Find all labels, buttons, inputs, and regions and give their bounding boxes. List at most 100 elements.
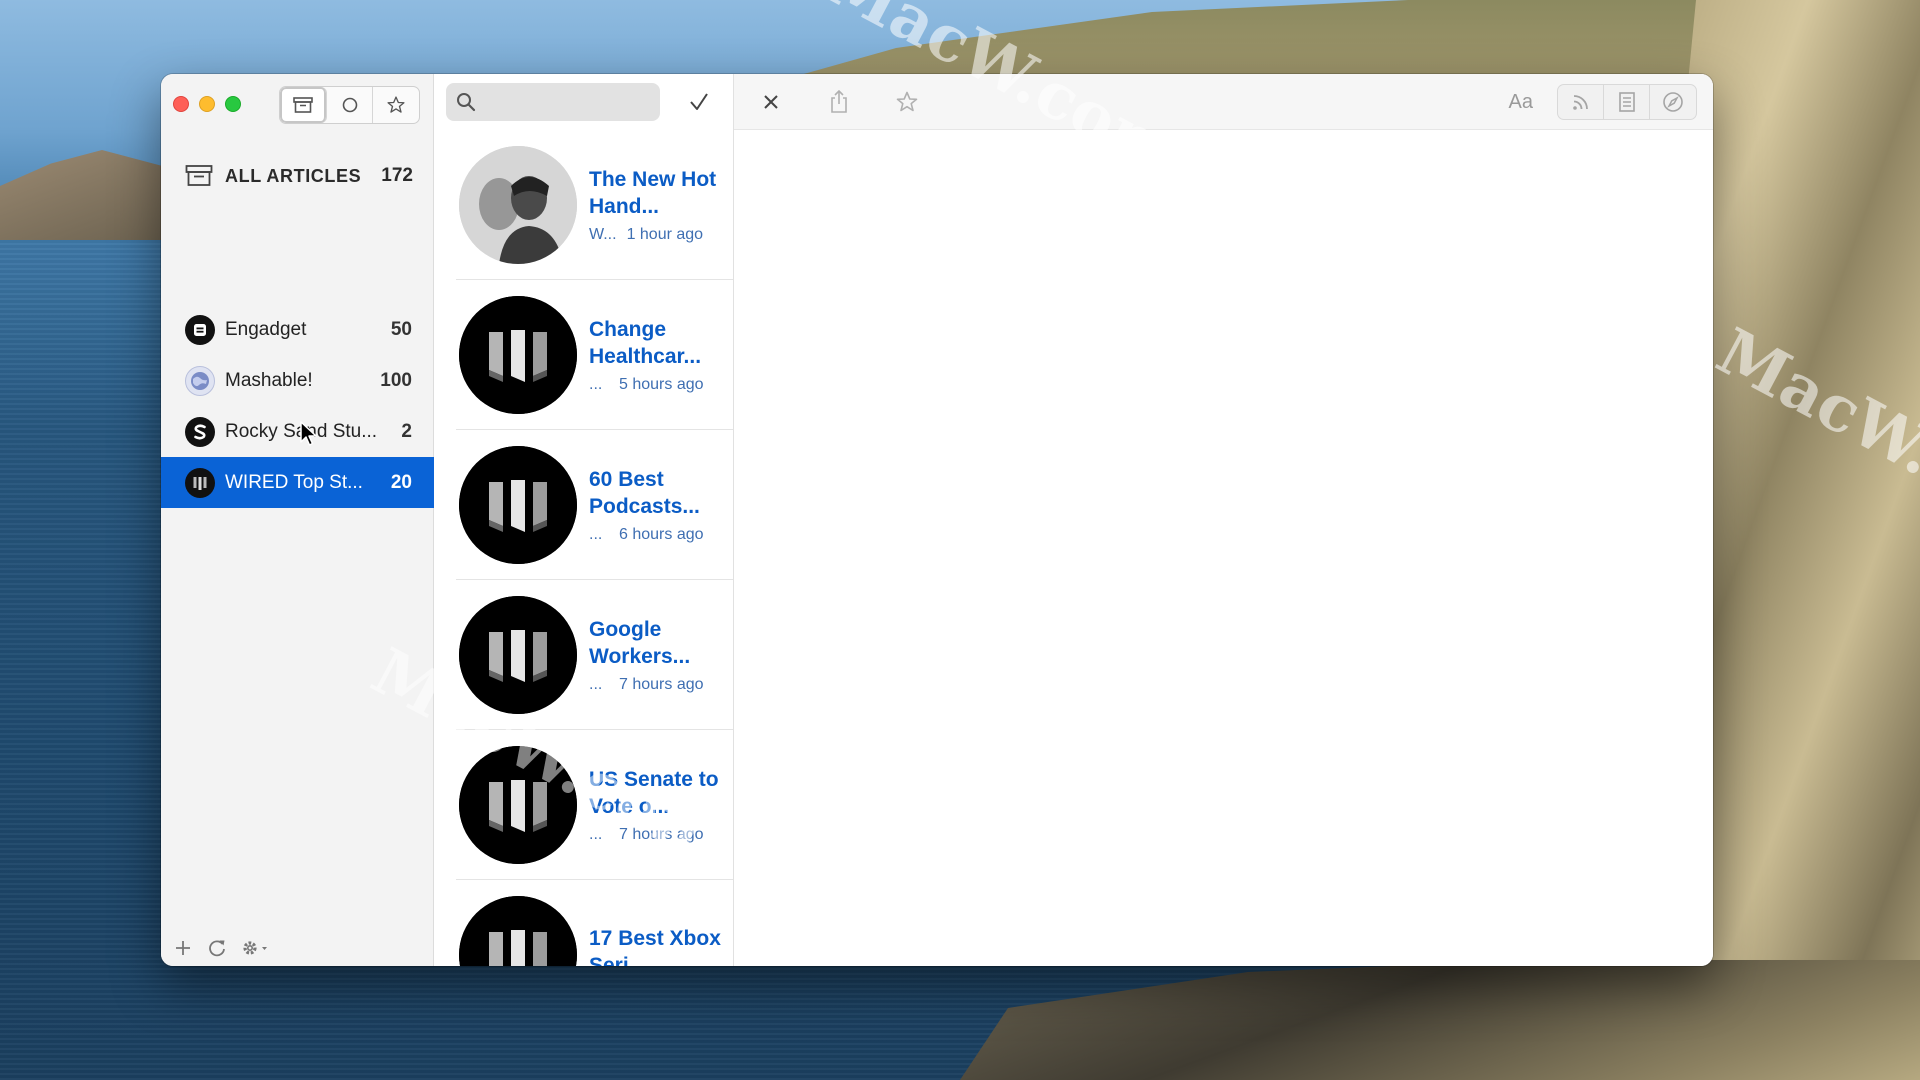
- article-source: ...: [589, 375, 603, 393]
- archive-icon: [185, 165, 213, 186]
- article-item[interactable]: 60 Best Podcasts... ... 6 hours ago: [456, 430, 733, 580]
- article-meta: W... 1 hour ago: [589, 226, 729, 244]
- search-field[interactable]: [446, 83, 660, 121]
- article-text: The New Hot Hand... W... 1 hour ago: [589, 166, 729, 244]
- article-title: 17 Best Xbox Seri...: [589, 927, 721, 966]
- close-article-button[interactable]: [756, 87, 786, 117]
- settings-menu-button[interactable]: [239, 936, 271, 960]
- wired-logo-icon: [459, 896, 577, 966]
- minimize-window-button[interactable]: [199, 96, 215, 112]
- document-icon: [1618, 92, 1635, 112]
- window-controls: [173, 96, 241, 112]
- compass-icon: [1663, 92, 1683, 112]
- article-item[interactable]: Change Healthcar... ... 5 hours ago: [456, 280, 733, 430]
- reader-toolbar-right: Aa: [1509, 74, 1697, 130]
- wired-icon: [185, 467, 215, 498]
- rss-icon: [1572, 95, 1588, 110]
- mashable-icon: [185, 365, 215, 396]
- article-thumbnail: [459, 445, 577, 564]
- refresh-button[interactable]: [205, 936, 229, 960]
- article-title: Change Healthcar...: [589, 317, 702, 368]
- app-window: ALL ARTICLES 172 Engadget 50 Mashable! 1…: [161, 74, 1713, 966]
- sidebar-item-engadget[interactable]: Engadget 50: [161, 304, 434, 355]
- article-meta: ... 6 hours ago: [589, 526, 729, 544]
- mark-all-read-button[interactable]: [686, 89, 712, 115]
- sidebar-item-mashable[interactable]: Mashable! 100: [161, 355, 434, 406]
- rocky-sand-icon: [185, 416, 215, 447]
- sidebar-footer: [161, 930, 434, 966]
- share-icon: [831, 89, 847, 113]
- article-item[interactable]: US Senate to Vote o... ... 7 hours ago: [456, 730, 733, 880]
- wired-logo-icon: [459, 445, 577, 564]
- archive-icon: [293, 97, 313, 113]
- article-source: ...: [589, 525, 603, 543]
- feed-name: WIRED Top St...: [225, 471, 363, 493]
- star-article-button[interactable]: [892, 87, 922, 117]
- close-window-button[interactable]: [173, 96, 189, 112]
- article-title: Google Workers...: [589, 617, 691, 668]
- all-articles-label: ALL ARTICLES: [225, 165, 362, 186]
- filter-all-button[interactable]: [280, 87, 327, 123]
- article-source: W...: [589, 225, 617, 243]
- sidebar-item-rocky-sand[interactable]: Rocky Sand Stu... 2: [161, 406, 434, 457]
- star-icon: [387, 96, 405, 113]
- close-icon: [764, 94, 778, 109]
- reader-toolbar: Aa: [734, 74, 1713, 130]
- article-thumbnail: [459, 145, 577, 264]
- filter-unread-button[interactable]: [327, 87, 374, 123]
- article-item[interactable]: 17 Best Xbox Seri...: [456, 880, 733, 966]
- article-text: 60 Best Podcasts... ... 6 hours ago: [589, 466, 729, 544]
- article-title: 60 Best Podcasts...: [589, 467, 700, 518]
- article-time: 5 hours ago: [619, 375, 704, 393]
- article-source: ...: [589, 825, 603, 843]
- article-time: 7 hours ago: [619, 675, 704, 693]
- article-meta: ... 5 hours ago: [589, 376, 729, 394]
- web-view-button[interactable]: [1650, 85, 1696, 119]
- engadget-icon: [185, 314, 215, 345]
- article-thumbnail: [459, 896, 577, 966]
- feed-list: Engadget 50 Mashable! 100 Rocky Sand Stu…: [161, 304, 434, 508]
- sidebar: ALL ARTICLES 172 Engadget 50 Mashable! 1…: [161, 74, 434, 966]
- wired-logo-icon: [459, 295, 577, 414]
- search-icon: [457, 93, 476, 112]
- cliff-left: [0, 150, 170, 240]
- article-time: 7 hours ago: [619, 825, 704, 843]
- article-thumbnail: [459, 745, 577, 864]
- article-title: The New Hot Hand...: [589, 167, 717, 218]
- feed-count: 50: [390, 318, 412, 340]
- zoom-window-button[interactable]: [225, 96, 241, 112]
- font-settings-button[interactable]: Aa: [1509, 91, 1533, 114]
- article-source: ...: [589, 675, 603, 693]
- article-meta: ... 7 hours ago: [589, 826, 729, 844]
- feed-count: 100: [380, 369, 412, 391]
- view-mode-segmented-control: [1557, 84, 1697, 120]
- feed-count: 2: [401, 420, 412, 442]
- reader-pane: Aa: [734, 74, 1713, 966]
- reader-view-button[interactable]: [1604, 85, 1650, 119]
- feed-view-button[interactable]: [1558, 85, 1604, 119]
- checkmark-icon: [690, 93, 708, 110]
- unread-circle-icon: [342, 97, 357, 113]
- article-item[interactable]: Google Workers... ... 7 hours ago: [456, 580, 733, 730]
- article-text: US Senate to Vote o... ... 7 hours ago: [589, 766, 729, 844]
- all-articles-item[interactable]: ALL ARTICLES 172: [185, 160, 413, 192]
- sidebar-item-wired[interactable]: WIRED Top St... 20: [161, 457, 434, 508]
- article-thumbnail: [459, 295, 577, 414]
- refresh-icon: [209, 940, 225, 957]
- search-input[interactable]: [482, 93, 652, 111]
- article-item[interactable]: The New Hot Hand... W... 1 hour ago: [456, 130, 733, 280]
- article-text: Change Healthcar... ... 5 hours ago: [589, 316, 729, 394]
- article-list-pane: The New Hot Hand... W... 1 hour ago Chan…: [434, 74, 734, 966]
- feed-name: Engadget: [225, 318, 307, 340]
- gear-icon: [243, 941, 267, 955]
- list-toolbar: [434, 74, 733, 130]
- article-title: US Senate to Vote o...: [589, 767, 719, 818]
- article-time: 1 hour ago: [626, 225, 704, 243]
- article-text: 17 Best Xbox Seri...: [589, 925, 729, 966]
- article-thumbnail: [459, 595, 577, 714]
- filter-starred-button[interactable]: [373, 87, 419, 123]
- add-feed-button[interactable]: [171, 936, 195, 960]
- share-button[interactable]: [824, 87, 854, 117]
- plus-icon: [176, 941, 190, 955]
- wired-logo-icon: [459, 595, 577, 714]
